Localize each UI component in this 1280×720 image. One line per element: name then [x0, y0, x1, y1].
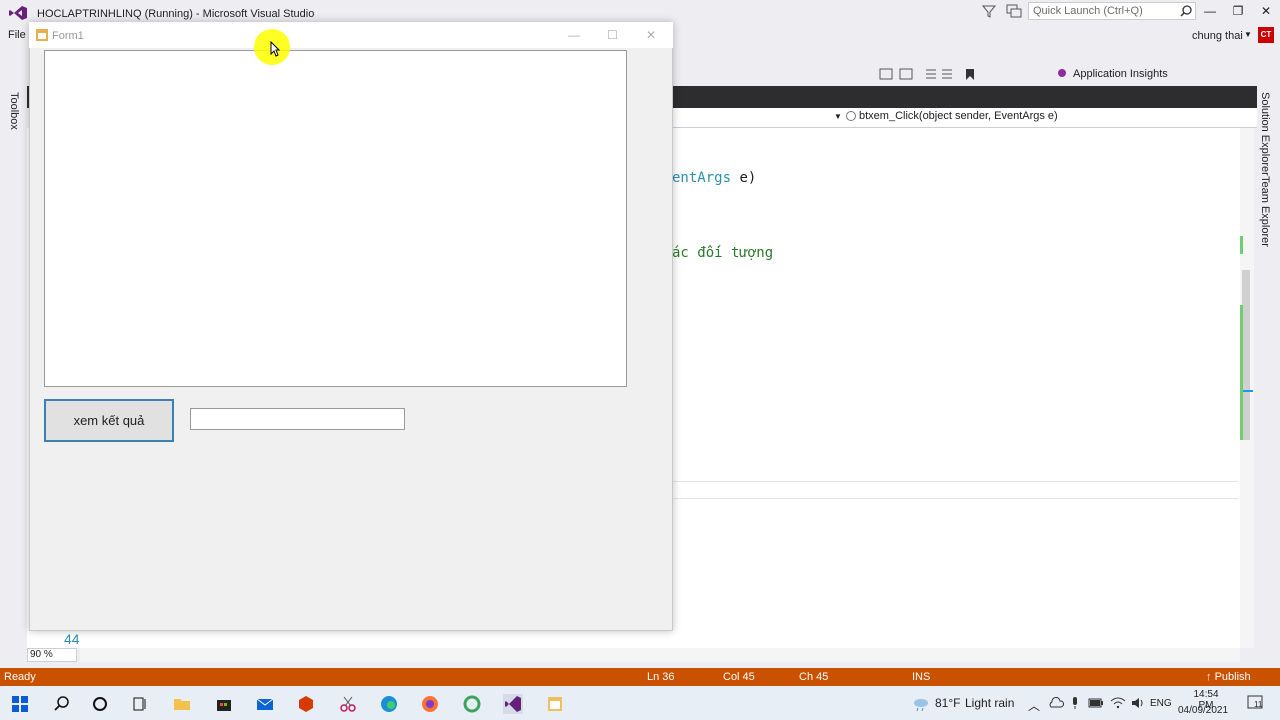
zoom-dropdown[interactable]: 90 %	[27, 648, 77, 662]
horizontal-scrollbar[interactable]	[80, 648, 1240, 662]
microphone-icon[interactable]	[1070, 696, 1080, 710]
mouse-cursor-icon	[270, 41, 280, 57]
windows-start-icon[interactable]	[10, 694, 30, 714]
snipping-tool-icon[interactable]	[338, 694, 358, 714]
search-icon[interactable]	[1180, 5, 1192, 17]
file-explorer-icon[interactable]	[172, 694, 192, 714]
status-column: Col 45	[723, 671, 755, 683]
winforms-app-icon[interactable]	[545, 694, 565, 714]
language-indicator[interactable]: ENG	[1150, 698, 1172, 709]
weather-temperature[interactable]: 81°F	[935, 696, 960, 710]
code-type-token: entArgs	[672, 170, 732, 186]
change-marker	[1240, 236, 1243, 254]
quick-launch-input[interactable]: Quick Launch (Ctrl+Q)	[1028, 2, 1196, 20]
weather-icon[interactable]	[912, 696, 930, 712]
menu-file[interactable]: File	[8, 29, 26, 41]
status-line: Ln 36	[647, 671, 675, 683]
chevron-down-icon[interactable]: ▼	[834, 112, 842, 121]
visual-studio-taskbar-icon[interactable]	[503, 694, 523, 714]
app-icon[interactable]	[462, 694, 482, 714]
firefox-icon[interactable]	[420, 694, 440, 714]
feedback-icon[interactable]	[1006, 4, 1022, 18]
window-title: HOCLAPTRINHLINQ (Running) - Microsoft Vi…	[37, 8, 315, 20]
wifi-icon[interactable]	[1110, 697, 1126, 709]
notification-icon[interactable]: 11	[1246, 694, 1266, 712]
result-listbox[interactable]	[44, 50, 627, 387]
toolbox-tab[interactable]: Toolbox	[8, 92, 20, 130]
weather-condition[interactable]: Light rain	[965, 696, 1014, 710]
office-icon[interactable]	[296, 694, 316, 714]
form-title: Form1	[52, 30, 84, 42]
close-button[interactable]: ✕	[1256, 4, 1276, 20]
search-icon[interactable]	[52, 694, 72, 714]
change-marker	[1240, 305, 1243, 440]
status-bar: Ready Ln 36 Col 45 Ch 45 INS ↑ Publish	[0, 668, 1280, 686]
form-maximize-button[interactable]: ☐	[607, 28, 618, 42]
volume-icon[interactable]	[1130, 696, 1146, 710]
application-insights-button[interactable]: Application Insights	[1073, 68, 1168, 80]
caret-marker	[1243, 390, 1253, 392]
publish-button[interactable]: ↑ Publish	[1206, 671, 1251, 683]
form-minimize-button[interactable]: —	[568, 28, 580, 42]
code-comment[interactable]: ác đối tượng	[672, 245, 773, 261]
notification-count: 11	[1254, 700, 1263, 709]
chevron-down-icon[interactable]: ▼	[1244, 30, 1252, 39]
view-result-button[interactable]: xem kết quả	[44, 399, 174, 442]
avatar[interactable]: CT	[1258, 27, 1274, 43]
form-close-button[interactable]: ✕	[646, 28, 656, 42]
method-label: btxem_Click(object sender, EventArgs e)	[859, 110, 1058, 122]
arrow-up-icon: ↑	[1206, 671, 1215, 683]
chevron-up-icon[interactable]: ︿	[1028, 697, 1040, 714]
cortana-icon[interactable]	[90, 694, 110, 714]
line-number: 44	[64, 631, 80, 647]
left-tool-strip	[0, 86, 27, 662]
form-app-icon	[36, 29, 48, 41]
solution-explorer-tab[interactable]: Solution Explorer	[1259, 92, 1271, 176]
clock-date[interactable]: 04/09/2021	[1178, 705, 1228, 716]
method-icon	[846, 111, 856, 122]
task-view-icon[interactable]	[130, 694, 150, 714]
current-line-highlight	[672, 481, 1238, 499]
visual-studio-logo-icon	[8, 5, 28, 21]
code-token: e)	[731, 170, 757, 186]
team-explorer-tab[interactable]: Team Explorer	[1259, 176, 1271, 247]
publish-label: Publish	[1214, 671, 1251, 683]
minimize-button[interactable]: —	[1200, 4, 1220, 20]
edge-icon[interactable]	[379, 694, 399, 714]
toolbar	[672, 64, 1272, 86]
status-ready: Ready	[4, 671, 36, 683]
status-char: Ch 45	[799, 671, 829, 683]
store-icon[interactable]	[214, 694, 234, 714]
status-insert-mode: INS	[912, 671, 931, 683]
onedrive-icon[interactable]	[1048, 697, 1064, 709]
code-line[interactable]: entArgs e)	[672, 170, 756, 186]
user-name[interactable]: chung thai	[1192, 30, 1243, 42]
scrollbar-thumb[interactable]	[1242, 270, 1250, 440]
method-dropdown[interactable]: btxem_Click(object sender, EventArgs e)	[846, 110, 1254, 126]
battery-icon[interactable]	[1088, 698, 1104, 708]
restore-button[interactable]: ❐	[1228, 4, 1248, 20]
mail-icon[interactable]	[255, 694, 275, 714]
result-textbox[interactable]	[190, 408, 405, 430]
filter-icon[interactable]	[982, 4, 996, 18]
